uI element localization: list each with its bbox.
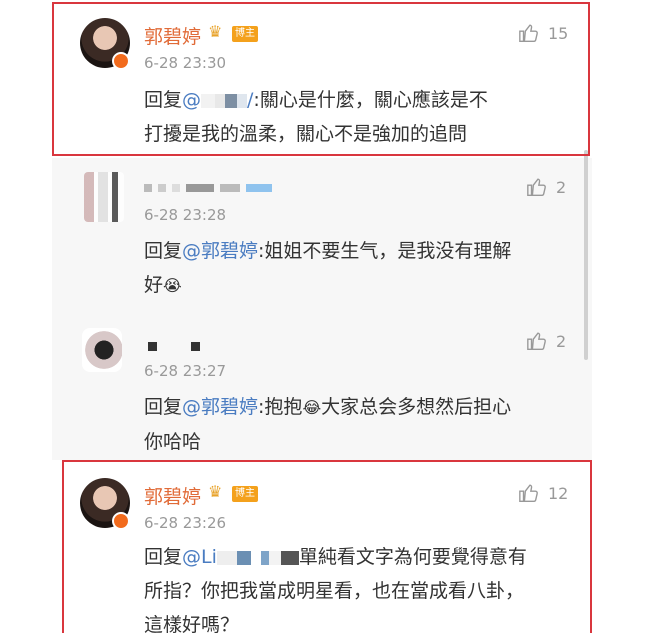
like-button[interactable]: 2	[526, 330, 566, 352]
reply-prefix: 回复	[144, 396, 183, 418]
redacted-username	[144, 184, 272, 192]
comment-time: 6-28 23:28	[144, 206, 227, 224]
highlight-box	[52, 2, 590, 156]
mention-link[interactable]: @郭碧婷	[182, 240, 258, 262]
comment-body-line1b: 大家总会多想然后担心	[321, 396, 512, 418]
thumbs-up-icon	[527, 178, 546, 196]
comment-body-line2: 好	[144, 274, 164, 296]
comment-body-line1: :姐姐不要生气，是我没有理解	[258, 240, 512, 262]
avatar[interactable]	[84, 172, 124, 222]
redacted-username	[148, 342, 200, 351]
like-button[interactable]: 2	[526, 176, 566, 198]
comment-text: 回复@郭碧婷:姐姐不要生气，是我没有理解 好😭	[144, 234, 564, 303]
thumbs-up-icon	[527, 332, 546, 350]
like-count: 2	[556, 331, 567, 351]
reply-prefix: 回复	[144, 240, 183, 262]
comment-text: 回复@郭碧婷:抱抱😂大家总会多想然后担心 你哈哈	[144, 390, 564, 459]
crying-emoji-icon: 😭	[163, 276, 182, 295]
comment-item: 6-28 23:27 回复@郭碧婷:抱抱😂大家总会多想然后担心 你哈哈 2	[52, 310, 592, 460]
scrollbar[interactable]	[584, 150, 588, 360]
laughing-emoji-icon: 😂	[302, 398, 322, 417]
comment-item: 6-28 23:28 回复@郭碧婷:姐姐不要生气，是我没有理解 好😭 2	[52, 158, 592, 310]
mention-link[interactable]: @郭碧婷	[182, 396, 258, 418]
avatar[interactable]	[82, 328, 122, 372]
comment-body-line2: 你哈哈	[144, 431, 202, 453]
comment-time: 6-28 23:27	[144, 362, 227, 380]
highlight-box	[62, 460, 592, 633]
like-count: 2	[556, 177, 567, 197]
comment-body-line1: :抱抱	[258, 396, 303, 418]
